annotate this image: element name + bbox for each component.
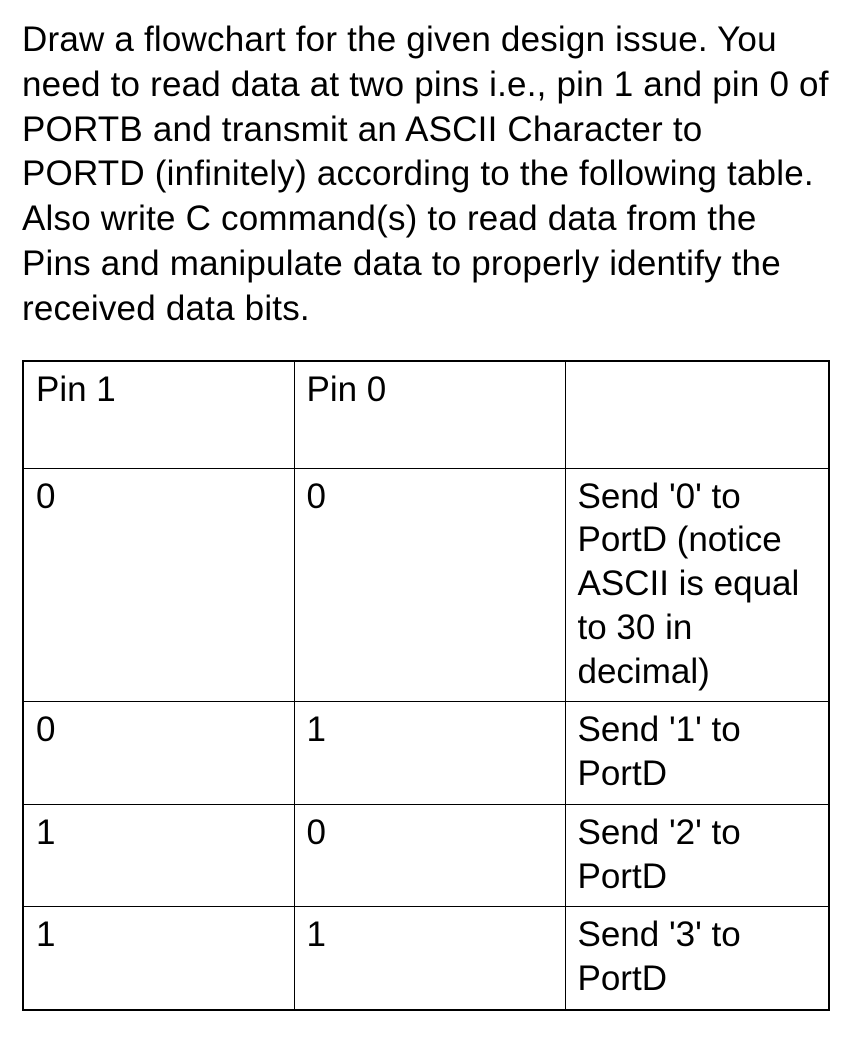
header-action xyxy=(565,361,829,469)
table-row: 1 1 Send '3' to PortD xyxy=(23,907,829,1010)
table-row: 0 1 Send '1' to PortD xyxy=(23,702,829,805)
cell-pin1: 0 xyxy=(23,702,294,805)
cell-pin0: 0 xyxy=(294,804,565,907)
table-row: 0 0 Send '0' to PortD (notice ASCII is e… xyxy=(23,468,829,702)
question-prompt: Draw a flowchart for the given design is… xyxy=(22,18,830,332)
cell-pin1: 0 xyxy=(23,468,294,702)
header-pin0: Pin 0 xyxy=(294,361,565,469)
document-page: Draw a flowchart for the given design is… xyxy=(0,0,852,1041)
cell-pin0: 1 xyxy=(294,907,565,1010)
cell-action: Send '1' to PortD xyxy=(565,702,829,805)
cell-action: Send '2' to PortD xyxy=(565,804,829,907)
cell-action: Send '0' to PortD (notice ASCII is equal… xyxy=(565,468,829,702)
table-row: 1 0 Send '2' to PortD xyxy=(23,804,829,907)
cell-pin0: 1 xyxy=(294,702,565,805)
truth-table: Pin 1 Pin 0 0 0 Send '0' to PortD (notic… xyxy=(22,360,830,1011)
cell-pin1: 1 xyxy=(23,907,294,1010)
header-pin1: Pin 1 xyxy=(23,361,294,469)
cell-action: Send '3' to PortD xyxy=(565,907,829,1010)
table-header-row: Pin 1 Pin 0 xyxy=(23,361,829,469)
cell-pin0: 0 xyxy=(294,468,565,702)
cell-pin1: 1 xyxy=(23,804,294,907)
